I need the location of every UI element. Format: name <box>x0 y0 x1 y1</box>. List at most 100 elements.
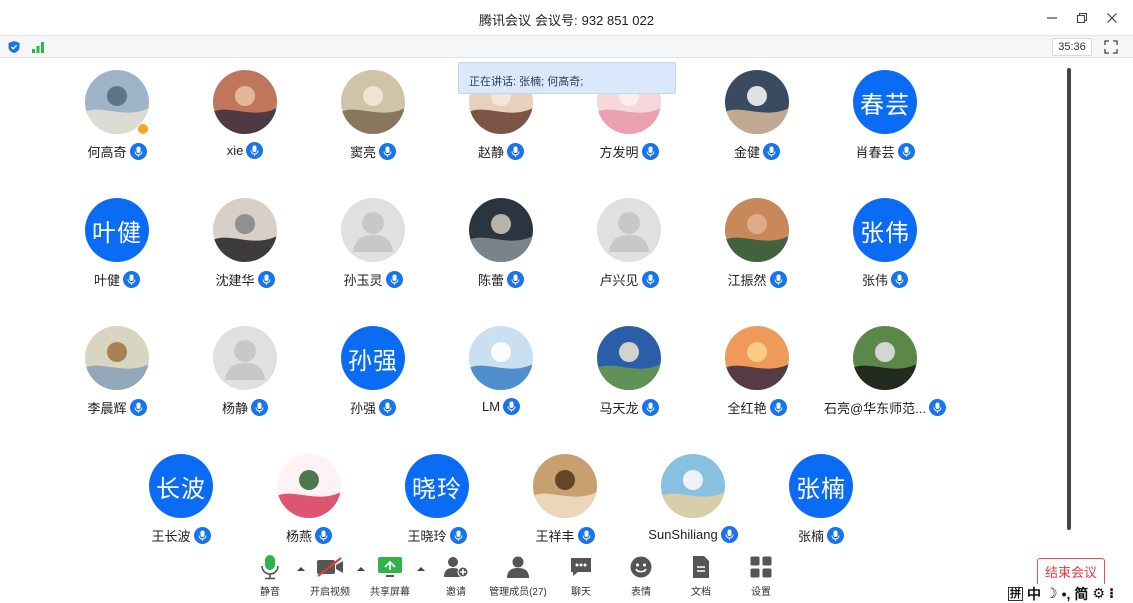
participant-name-row: 王晓玲 <box>373 526 501 545</box>
participant-name-row: 石亮@华东师范... <box>821 398 949 417</box>
participant-name-row: 全红艳 <box>693 398 821 417</box>
minimize-button[interactable] <box>1039 6 1065 30</box>
participant-name: 孙玉灵 <box>343 273 383 288</box>
participant-tile[interactable]: 沈建华 <box>181 188 309 298</box>
participant-tile[interactable]: 何高奇 <box>53 60 181 170</box>
fullscreen-icon[interactable] <box>1103 39 1119 55</box>
settings-button[interactable]: 设置 <box>731 554 791 598</box>
avatar-photo <box>725 198 789 262</box>
participant-tile[interactable]: 金健 <box>693 60 821 170</box>
participant-tile[interactable]: 春芸 肖春芸 <box>821 60 949 170</box>
mic-icon <box>933 402 942 413</box>
participant-tile[interactable]: 孙强 孙强 <box>309 316 437 426</box>
participant-tile[interactable]: 窦亮 <box>309 60 437 170</box>
participant-tile[interactable]: 叶健 叶健 <box>53 188 181 298</box>
participant-name: 张伟 <box>861 273 888 288</box>
participant-tile[interactable]: 李晨辉 <box>53 316 181 426</box>
share-screen-button[interactable]: 共享屏幕 <box>360 554 420 598</box>
docs-label: 文档 <box>691 587 711 598</box>
participant-name-row: 赵静 <box>437 142 565 161</box>
chat-button[interactable]: 聊天 <box>551 554 611 598</box>
participant-tile[interactable]: xie <box>181 60 309 170</box>
participant-tile[interactable]: SunShiliang <box>629 444 757 554</box>
participant-tile[interactable]: 晓玲 王晓玲 <box>373 444 501 554</box>
avatar-photo <box>597 326 661 390</box>
mic-status-icon <box>507 271 524 288</box>
security-shield-icon[interactable] <box>7 40 21 54</box>
participant-tile[interactable]: LM <box>437 316 565 426</box>
ime-language-toggle[interactable]: 中 <box>1027 584 1041 603</box>
default-avatar-icon <box>341 198 405 262</box>
share-screen-icon <box>378 557 402 577</box>
mic-status-icon <box>251 399 268 416</box>
chat-icon <box>571 558 591 576</box>
participant-name: 王晓玲 <box>407 529 447 544</box>
avatar-photo <box>533 454 597 518</box>
participant-name: 卢兴见 <box>599 273 639 288</box>
avatar-photo <box>661 454 725 518</box>
microphone-icon <box>261 555 279 580</box>
participant-grid: 何高奇 xie 窦亮 赵静 方发明 金健 春芸 肖春芸 叶健 叶健 沈建华 孙玉灵 陈蕾 卢兴见 江振然 张伟… <box>0 60 1065 550</box>
participant-tile[interactable]: 陈蕾 <box>437 188 565 298</box>
participant-name: 全红艳 <box>727 401 767 416</box>
participant-name-row: 沈建华 <box>181 270 309 289</box>
avatar-photo <box>469 198 533 262</box>
mic-icon <box>895 274 904 285</box>
ime-grid-icon[interactable]: 拼 <box>1008 586 1023 601</box>
share-screen-label: 共享屏幕 <box>370 587 410 598</box>
participant-tile[interactable]: 张伟 张伟 <box>821 188 949 298</box>
host-badge-icon <box>137 123 149 135</box>
participant-name-row: 何高奇 <box>53 142 181 161</box>
ime-settings-icon[interactable]: ⚙ <box>1092 585 1105 602</box>
participant-tile[interactable]: 王祥丰 <box>501 444 629 554</box>
meeting-timer: 35:36 <box>1052 38 1092 56</box>
participant-tile[interactable]: 马天龙 <box>565 316 693 426</box>
mic-status-icon <box>720 526 738 543</box>
participant-name: 马天龙 <box>599 401 639 416</box>
ime-simplified-toggle[interactable]: 简 <box>1074 584 1088 603</box>
participant-tile[interactable]: 卢兴见 <box>565 188 693 298</box>
video-button[interactable]: 开启视频 <box>300 554 360 598</box>
participant-name: 李晨辉 <box>87 401 127 416</box>
mic-icon <box>134 402 142 413</box>
participant-tile[interactable]: 江振然 <box>693 188 821 298</box>
ime-more-icon[interactable]: ⁝ <box>1109 585 1114 602</box>
ime-moon-icon[interactable]: ☽ <box>1045 585 1058 602</box>
signal-strength-icon[interactable] <box>31 40 45 54</box>
reactions-button[interactable]: 表情 <box>611 554 671 598</box>
avatar-initials: 叶健 <box>85 198 149 262</box>
participant-tile[interactable]: 张楠 张楠 <box>757 444 885 554</box>
participant-tile[interactable]: 长波 王长波 <box>117 444 245 554</box>
participant-name-row: 方发明 <box>565 142 693 161</box>
mute-button[interactable]: 静音 <box>240 554 300 598</box>
participant-name-row: 张楠 <box>757 526 885 545</box>
participant-name: 王祥丰 <box>535 529 575 544</box>
participant-tile[interactable]: 全红艳 <box>693 316 821 426</box>
manage-members-button[interactable]: 管理成员(27) <box>488 554 548 598</box>
participant-name: 江振然 <box>727 273 767 288</box>
mic-icon <box>390 274 398 285</box>
participant-name-row: 窦亮 <box>309 142 437 161</box>
participant-tile[interactable]: 石亮@华东师范... <box>821 316 949 426</box>
participant-tile[interactable]: 杨静 <box>181 316 309 426</box>
ime-punctuation-toggle[interactable]: •, <box>1062 586 1071 602</box>
speaking-indicator: 正在讲话: 张楠; 何高奇; <box>458 62 676 94</box>
close-button[interactable] <box>1099 6 1125 30</box>
invite-button[interactable]: 邀请 <box>426 554 486 598</box>
ime-toolbar: 拼 中 ☽ •, 简 ⚙ ⁝ <box>1006 584 1133 603</box>
participant-name-row: 叶健 <box>53 270 181 289</box>
participant-tile[interactable]: 孙玉灵 <box>309 188 437 298</box>
participant-name-row: xie <box>181 142 309 159</box>
meeting-id-label: 会议号: <box>535 13 578 28</box>
meeting-window: 腾讯会议 会议号: 932 851 022 35:36 正在讲话: 张楠; 何高奇;… <box>0 0 1133 603</box>
participant-name-row: SunShiliang <box>629 526 757 543</box>
avatar-initials: 张楠 <box>789 454 853 518</box>
participant-tile[interactable]: 杨燕 <box>245 444 373 554</box>
restore-button[interactable] <box>1069 6 1095 30</box>
document-icon <box>693 556 709 578</box>
share-options-caret-icon[interactable] <box>416 564 426 574</box>
grid-scrollbar[interactable] <box>1067 68 1071 530</box>
avatar-photo <box>277 454 341 518</box>
participant-name: 陈蕾 <box>477 273 504 288</box>
docs-button[interactable]: 文档 <box>671 554 731 598</box>
